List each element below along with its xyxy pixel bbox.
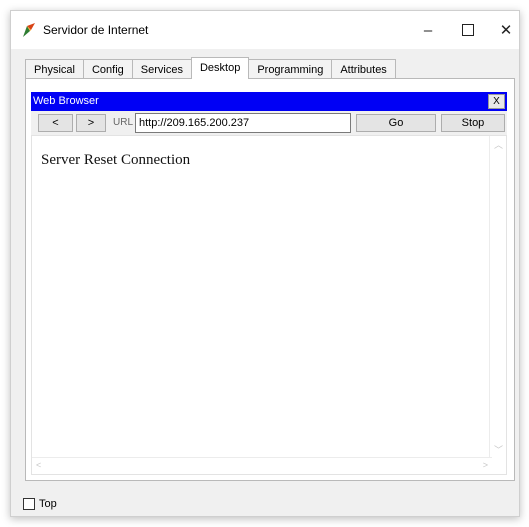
close-button[interactable]: ✕	[489, 17, 523, 43]
forward-button[interactable]: >	[76, 114, 106, 132]
desktop-panel: Web Browser X < > URL Go Stop Server Res…	[25, 78, 515, 481]
tab-bar: Physical Config Services Desktop Program…	[25, 57, 396, 79]
tab-physical[interactable]: Physical	[25, 59, 84, 79]
top-checkbox-label: Top	[39, 498, 57, 510]
web-browser-title: Web Browser	[33, 95, 99, 107]
tab-config[interactable]: Config	[82, 59, 133, 79]
stop-button[interactable]: Stop	[441, 114, 505, 132]
footer-bar: Top	[23, 498, 57, 510]
browser-content: Server Reset Connection ︿ ﹀ < >	[31, 135, 507, 475]
url-label: URL	[113, 117, 134, 128]
title-bar[interactable]: Servidor de Internet – ✕	[11, 11, 519, 49]
scroll-up-icon[interactable]: ︿	[494, 138, 503, 151]
scroll-down-icon[interactable]: ﹀	[494, 443, 503, 456]
tab-attributes[interactable]: Attributes	[331, 59, 396, 79]
tab-desktop[interactable]: Desktop	[190, 57, 250, 79]
minimize-button[interactable]: –	[411, 17, 445, 43]
app-window: Servidor de Internet – ✕ Physical Config…	[10, 10, 520, 517]
web-browser-close-button[interactable]: X	[488, 94, 505, 109]
close-icon: ✕	[499, 22, 513, 39]
web-browser-titlebar: Web Browser X	[31, 92, 507, 111]
top-checkbox[interactable]	[23, 498, 35, 510]
minimize-icon: –	[423, 21, 433, 39]
url-input[interactable]	[135, 113, 351, 133]
go-button[interactable]: Go	[356, 114, 436, 132]
back-button[interactable]: <	[38, 114, 73, 132]
tab-services[interactable]: Services	[131, 59, 192, 79]
browser-toolbar: < > URL Go Stop	[31, 111, 507, 135]
scroll-left-icon[interactable]: <	[36, 460, 41, 470]
tab-programming[interactable]: Programming	[248, 59, 333, 79]
packet-tracer-server-icon	[23, 23, 35, 37]
maximize-button[interactable]	[451, 17, 485, 43]
maximize-icon	[462, 24, 474, 36]
window-title: Servidor de Internet	[43, 23, 149, 37]
page-message: Server Reset Connection	[41, 152, 191, 168]
vertical-scrollbar[interactable]: ︿ ﹀	[489, 136, 506, 458]
scroll-right-icon[interactable]: >	[483, 460, 488, 470]
horizontal-scrollbar[interactable]: < >	[32, 457, 492, 474]
